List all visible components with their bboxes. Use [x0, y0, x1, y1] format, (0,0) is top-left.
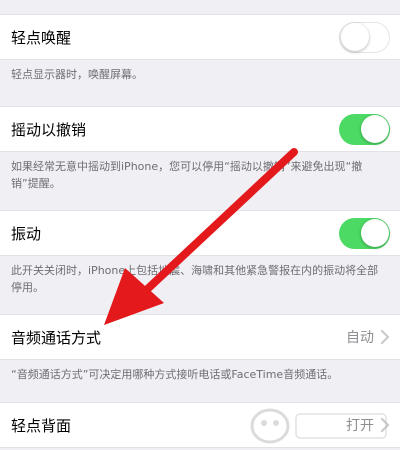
shake-to-undo-footer: 如果经常无意中摇动到iPhone，您可以停用“摇动以撤销”来避免出现“撤销”提醒… [11, 160, 363, 190]
chevron-right-icon [381, 330, 389, 344]
back-tap-row[interactable]: 轻点背面 打开 [0, 402, 400, 448]
tap-to-wake-footer: 轻点显示器时，唤醒屏幕。 [11, 68, 143, 81]
vibration-label: 振动 [11, 224, 42, 243]
call-audio-routing-row[interactable]: 音频通话方式 自动 [0, 314, 400, 360]
call-audio-routing-value: 自动 [346, 330, 374, 346]
top-spacer [0, 0, 400, 14]
vibration-toggle[interactable] [339, 217, 390, 249]
back-tap-value: 打开 [346, 418, 374, 434]
shake-to-undo-toggle[interactable] [339, 113, 390, 145]
toggle-knob [360, 219, 389, 247]
shake-to-undo-label: 摇动以撤销 [11, 120, 87, 139]
toggle-knob [360, 115, 389, 143]
accessibility-touch-settings: 轻点唤醒 轻点显示器时，唤醒屏幕。 摇动以撤销 如果经常无意中摇动到iPhone… [0, 0, 400, 450]
call-audio-routing-footer: “音频通话方式”可决定用哪种方式接听电话或FaceTime音频通话。 [11, 368, 339, 381]
back-tap-label: 轻点背面 [11, 416, 72, 435]
call-audio-routing-label: 音频通话方式 [11, 328, 102, 347]
tap-to-wake-label: 轻点唤醒 [11, 28, 72, 47]
vibration-footer: 此开关关闭时，iPhone上包括地震、海啸和其他紧急警报在内的振动将全部停用。 [11, 264, 379, 294]
tap-to-wake-row[interactable]: 轻点唤醒 [0, 14, 400, 60]
vibration-row[interactable]: 振动 [0, 210, 400, 256]
toggle-knob [340, 23, 369, 51]
shake-to-undo-row[interactable]: 摇动以撤销 [0, 106, 400, 152]
chevron-right-icon [381, 418, 389, 432]
tap-to-wake-toggle[interactable] [339, 21, 390, 53]
